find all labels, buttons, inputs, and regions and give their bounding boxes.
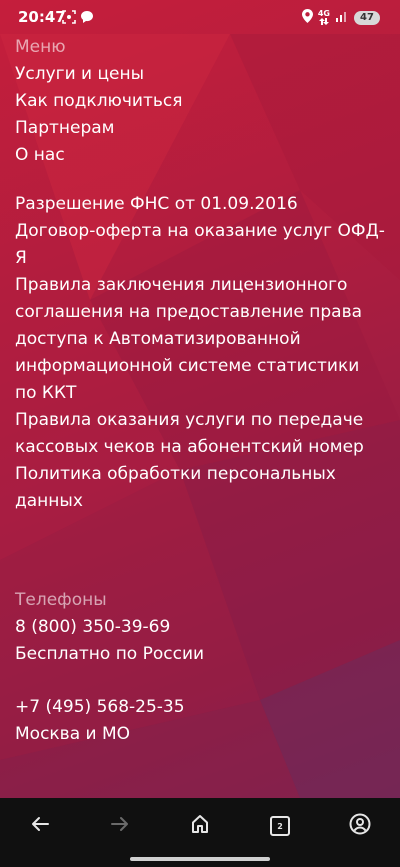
back-arrow-icon	[31, 816, 49, 836]
menu-item-services[interactable]: Услуги и цены	[15, 61, 385, 88]
doc-link-fns-permit[interactable]: Разрешение ФНС от 01.09.2016	[15, 191, 385, 218]
phone-link-free[interactable]: 8 (800) 350-39-69	[15, 614, 385, 641]
doc-link-privacy-policy-cont[interactable]: данных	[15, 488, 385, 515]
doc-link-receipt-rules[interactable]: Правила оказания услуги по передаче	[15, 407, 385, 434]
menu-item-about[interactable]: О нас	[15, 142, 385, 169]
menu-section: Меню Услуги и цены Как подключиться Парт…	[15, 34, 385, 169]
menu-item-how-to-connect[interactable]: Как подключиться	[15, 88, 385, 115]
phone-link-moscow[interactable]: +7 (495) 568-25-35	[15, 694, 385, 721]
back-button[interactable]	[20, 810, 60, 842]
menu-item-partners[interactable]: Партнерам	[15, 115, 385, 142]
home-icon	[190, 814, 210, 838]
tabs-button[interactable]: 2	[260, 810, 300, 842]
signal-icon	[335, 8, 349, 27]
doc-link-privacy-policy[interactable]: Политика обработки персональных	[15, 461, 385, 488]
data-arrows-icon: 4G	[318, 10, 330, 25]
status-left-icons	[62, 9, 94, 28]
doc-link-license-rules[interactable]: Правила заключения лицензионного	[15, 272, 385, 299]
footer-content: Меню Услуги и цены Как подключиться Парт…	[15, 34, 385, 748]
home-button[interactable]	[180, 810, 220, 842]
documents-section: Разрешение ФНС от 01.09.2016 Договор-офе…	[15, 191, 385, 515]
account-icon	[349, 813, 371, 839]
network-type-label: 4G	[317, 9, 330, 18]
forward-button[interactable]	[100, 810, 140, 842]
doc-link-license-rules-cont-3[interactable]: информационной системе статистики	[15, 353, 385, 380]
doc-link-offer-agreement[interactable]: Договор-оферта на оказание услуг ОФД-	[15, 218, 385, 245]
battery-indicator: 47	[354, 10, 380, 25]
location-icon	[301, 8, 313, 27]
status-right-icons: 4G 47	[301, 8, 380, 27]
contacts-heading: Телефоны	[15, 590, 107, 610]
phone-note-moscow: Москва и МО	[15, 724, 131, 744]
doc-link-receipt-rules-cont[interactable]: кассовых чеков на абонентский номер	[15, 434, 385, 461]
doc-link-license-rules-cont-1[interactable]: соглашения на предоставление права	[15, 299, 385, 326]
screenshot-icon	[62, 9, 76, 28]
forward-arrow-icon	[111, 816, 129, 836]
doc-link-license-rules-cont-4[interactable]: по ККТ	[15, 380, 385, 407]
home-indicator[interactable]	[130, 857, 270, 861]
phone-note-free: Бесплатно по России	[15, 644, 205, 664]
doc-link-offer-agreement-cont[interactable]: Я	[15, 245, 385, 272]
tabs-icon: 2	[270, 816, 290, 836]
account-button[interactable]	[340, 810, 380, 842]
menu-heading: Меню	[15, 37, 66, 57]
doc-link-license-rules-cont-2[interactable]: доступа к Автоматизированной	[15, 326, 385, 353]
status-time: 20:47	[18, 8, 66, 26]
chat-icon	[80, 9, 94, 28]
status-bar: 20:47 4G 47	[0, 0, 400, 34]
contacts-section: Телефоны 8 (800) 350-39-69 Бесплатно по …	[15, 587, 385, 748]
